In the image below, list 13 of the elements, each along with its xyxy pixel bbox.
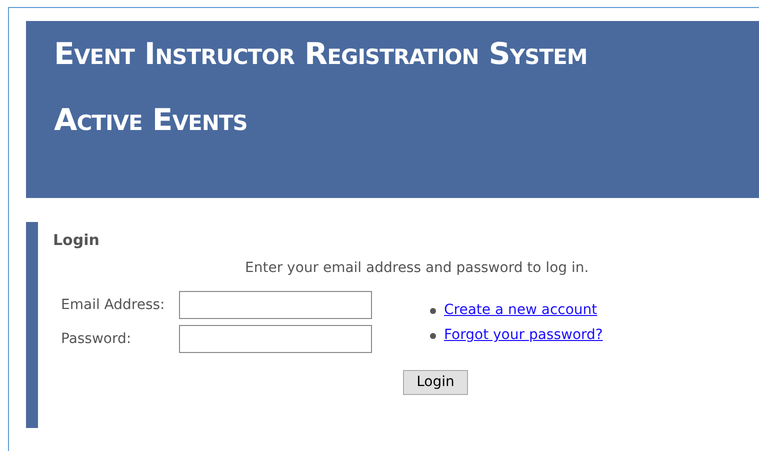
field-label: Email Address:	[61, 296, 166, 314]
login-button[interactable]: Login	[403, 370, 468, 395]
link[interactable]: Create a new account	[444, 300, 598, 321]
input-field[interactable]	[179, 291, 372, 319]
login-heading: Login	[53, 230, 100, 251]
site-title: Event Instructor Registration System	[54, 36, 588, 74]
input-field[interactable]	[179, 325, 372, 353]
field-label: Password:	[61, 330, 132, 348]
instructions-text: Enter your email address and password to log in.	[245, 259, 589, 278]
page-title: Active Events	[54, 102, 248, 140]
link[interactable]: Forgot your password?	[444, 325, 603, 346]
bullet-icon	[430, 308, 436, 314]
bullet-icon	[430, 332, 436, 338]
